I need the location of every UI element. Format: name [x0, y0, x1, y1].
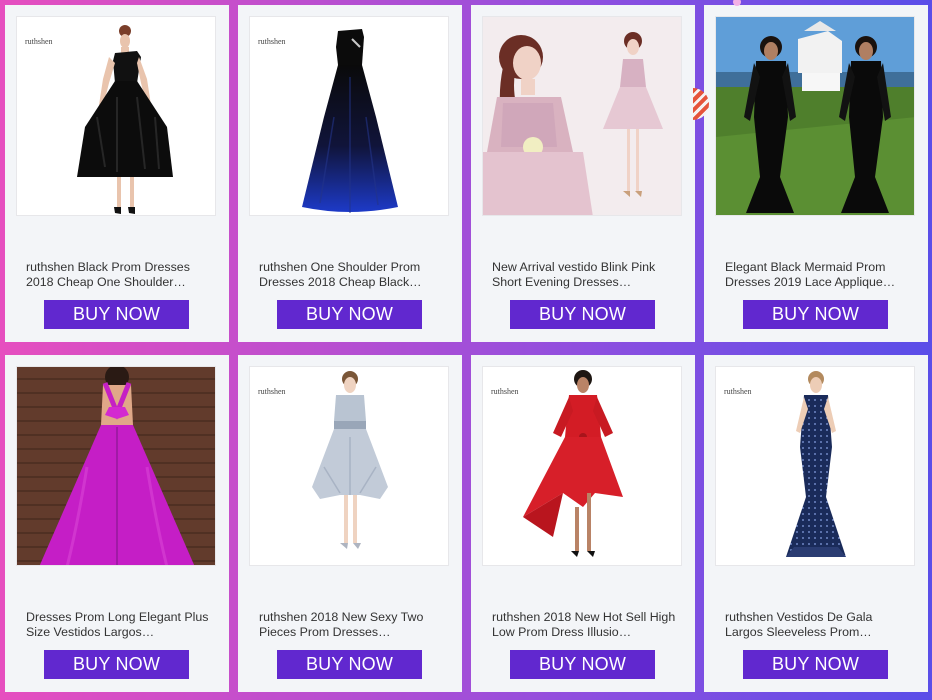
dress-pink-short-image [483, 17, 681, 215]
product-title[interactable]: Elegant Black Mermaid Prom Dresses 2019 … [725, 260, 911, 290]
watermark: ruthshen [258, 37, 286, 46]
buy-now-button[interactable]: BUY NOW [277, 300, 422, 329]
dress-black-mermaid-image [716, 17, 914, 215]
dress-red-high-low-image [483, 367, 681, 565]
product-card[interactable]: ruthshen ruthshen Vestidos De Gala Largo… [704, 355, 928, 692]
dress-magenta-ballgown-image [17, 367, 215, 565]
product-grid: ruthshen ruthshen Black Prom Dresses 201… [0, 0, 932, 700]
product-title[interactable]: ruthshen 2018 New Hot Sell High Low Prom… [492, 610, 678, 640]
product-title[interactable]: New Arrival vestido Blink Pink Short Eve… [492, 260, 678, 290]
watermark: ruthshen [25, 37, 53, 46]
product-card[interactable]: ruthshen ruthshen Black Prom Dresses 201… [5, 5, 229, 342]
product-image[interactable]: ruthshen [715, 366, 915, 566]
watermark: ruthshen [724, 387, 752, 396]
product-image[interactable]: ruthshen [249, 16, 449, 216]
watermark: ruthshen [258, 387, 286, 396]
buy-now-button[interactable]: BUY NOW [277, 650, 422, 679]
product-card[interactable]: Dresses Prom Long Elegant Plus Size Vest… [5, 355, 229, 692]
product-image[interactable]: ruthshen [482, 366, 682, 566]
product-card[interactable]: Elegant Black Mermaid Prom Dresses 2019 … [704, 5, 928, 342]
dress-black-blue-ombre-image [250, 17, 448, 215]
buy-now-button[interactable]: BUY NOW [743, 300, 888, 329]
product-card[interactable]: ruthshen ruthshen One Shoulder Prom Dres… [238, 5, 462, 342]
buy-now-button[interactable]: BUY NOW [510, 300, 655, 329]
product-title[interactable]: Dresses Prom Long Elegant Plus Size Vest… [26, 610, 212, 640]
product-title[interactable]: ruthshen One Shoulder Prom Dresses 2018 … [259, 260, 445, 290]
buy-now-button[interactable]: BUY NOW [743, 650, 888, 679]
product-title[interactable]: ruthshen 2018 New Sexy Two Pieces Prom D… [259, 610, 445, 640]
product-image[interactable] [482, 16, 682, 216]
buy-now-button[interactable]: BUY NOW [44, 300, 189, 329]
dress-silver-high-low-image [250, 367, 448, 565]
watermark: ruthshen [491, 387, 519, 396]
buy-now-button[interactable]: BUY NOW [44, 650, 189, 679]
dress-black-tea-length-image [17, 17, 215, 215]
product-card[interactable]: ruthshen ruthshen 2018 New Sexy Two Piec… [238, 355, 462, 692]
product-image[interactable]: ruthshen [16, 16, 216, 216]
product-title[interactable]: ruthshen Black Prom Dresses 2018 Cheap O… [26, 260, 212, 290]
buy-now-button[interactable]: BUY NOW [510, 650, 655, 679]
product-image[interactable]: ruthshen [249, 366, 449, 566]
dress-navy-beaded-mermaid-image [716, 367, 914, 565]
product-card[interactable]: ruthshen ruthshen 2018 New Hot Sell High… [471, 355, 695, 692]
product-image[interactable] [16, 366, 216, 566]
product-card[interactable]: New Arrival vestido Blink Pink Short Eve… [471, 5, 695, 342]
product-image[interactable] [715, 16, 915, 216]
product-title[interactable]: ruthshen Vestidos De Gala Largos Sleevel… [725, 610, 911, 640]
